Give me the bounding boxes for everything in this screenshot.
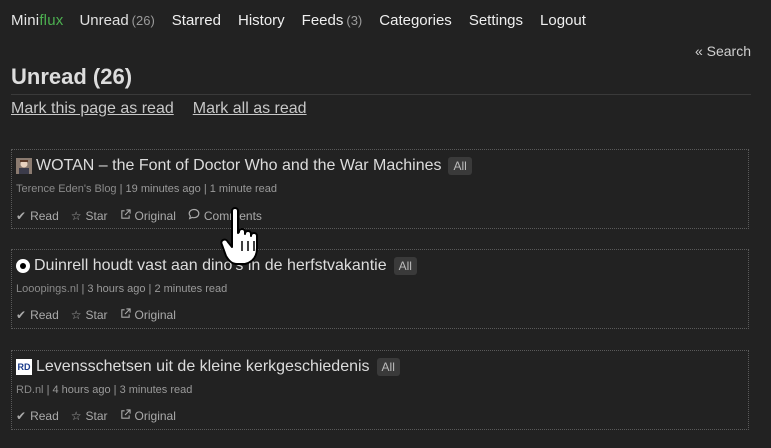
entry-meta: Terence Eden's Blog | 19 minutes ago | 1… — [16, 183, 278, 195]
star-button[interactable]: ☆ Star — [71, 208, 108, 223]
nav-feeds[interactable]: Feeds (3) — [302, 12, 363, 29]
entry-item: RD Levensschetsen uit de kleine kerkgesc… — [11, 350, 749, 430]
entry-time: 4 hours ago — [52, 384, 111, 396]
logo-text-flux: flux — [39, 11, 64, 29]
nav-categories[interactable]: Categories — [379, 12, 452, 29]
feed-favicon-icon: RD — [16, 359, 32, 375]
entry-item: WOTAN – the Font of Doctor Who and the W… — [11, 149, 749, 229]
entry-title-link[interactable]: Duinrell houdt vast aan dino's in de her… — [34, 257, 387, 275]
nav-feeds-count: (3) — [346, 12, 363, 28]
entry-source-link[interactable]: RD.nl — [16, 384, 44, 396]
entry-time: 3 hours ago — [87, 283, 146, 295]
nav-logout-label: Logout — [540, 11, 586, 29]
comment-icon — [188, 208, 200, 223]
main-nav: Miniflux Unread (26) Starred History Feed… — [11, 10, 603, 30]
nav-feeds-label: Feeds — [301, 11, 344, 29]
external-link-icon — [120, 409, 131, 423]
category-badge[interactable]: All — [448, 157, 472, 175]
nav-logout[interactable]: Logout — [540, 12, 586, 29]
category-badge[interactable]: All — [393, 257, 417, 275]
entry-time: 19 minutes ago — [125, 183, 201, 195]
nav-starred-label: Starred — [171, 11, 221, 29]
entry-title-link[interactable]: Levensschetsen uit de kleine kerkgeschie… — [36, 358, 370, 376]
entry-meta: Looopings.nl | 3 hours ago | 2 minutes r… — [16, 283, 228, 295]
entry-meta: RD.nl | 4 hours ago | 3 minutes read — [16, 384, 193, 396]
nav-history[interactable]: History — [238, 12, 285, 29]
entry-item: Duinrell houdt vast aan dino's in de her… — [11, 249, 749, 329]
mark-page-read-link[interactable]: Mark this page as read — [11, 100, 174, 118]
page-actions: Mark this page as read Mark all as read — [11, 100, 326, 118]
nav-starred[interactable]: Starred — [172, 12, 221, 29]
feed-favicon-icon — [16, 259, 30, 273]
original-link[interactable]: Original — [120, 208, 176, 223]
nav-categories-label: Categories — [379, 11, 452, 29]
entry-header: WOTAN – the Font of Doctor Who and the W… — [16, 157, 472, 175]
logo[interactable]: Miniflux — [11, 12, 63, 29]
entry-read-time: 2 minutes read — [154, 283, 228, 295]
logo-text-mini: Mini — [11, 11, 40, 29]
page-title: Unread (26) — [11, 64, 133, 89]
entry-source-link[interactable]: Terence Eden's Blog — [16, 183, 117, 195]
mark-read-button[interactable]: ✔ Read — [16, 308, 59, 322]
mark-read-button[interactable]: ✔ Read — [16, 208, 59, 223]
entry-actions: ✔ Read ☆ Star Original — [16, 409, 188, 423]
entry-header: RD Levensschetsen uit de kleine kerkgesc… — [16, 358, 400, 376]
star-icon: ☆ — [70, 208, 82, 223]
nav-unread[interactable]: Unread (26) — [79, 12, 154, 29]
mark-read-button[interactable]: ✔ Read — [16, 409, 59, 423]
hand-cursor-icon — [220, 207, 258, 265]
entry-read-time: 3 minutes read — [119, 384, 193, 396]
checkmark-icon: ✔ — [16, 409, 27, 423]
category-badge[interactable]: All — [376, 358, 400, 376]
nav-unread-label: Unread — [79, 11, 129, 29]
feed-favicon-icon — [16, 158, 32, 174]
star-icon: ☆ — [70, 308, 82, 322]
external-link-icon — [120, 308, 131, 322]
mark-all-read-link[interactable]: Mark all as read — [193, 100, 307, 118]
nav-unread-count: (26) — [131, 12, 155, 28]
entry-read-time: 1 minute read — [209, 183, 278, 195]
star-button[interactable]: ☆ Star — [71, 308, 108, 322]
original-link[interactable]: Original — [120, 308, 176, 322]
original-link[interactable]: Original — [120, 409, 176, 423]
search-link[interactable]: « Search — [695, 43, 751, 59]
external-link-icon — [120, 208, 131, 223]
checkmark-icon: ✔ — [16, 308, 27, 322]
entry-header: Duinrell houdt vast aan dino's in de her… — [16, 257, 417, 275]
entry-title-link[interactable]: WOTAN – the Font of Doctor Who and the W… — [36, 157, 441, 175]
entry-source-link[interactable]: Looopings.nl — [16, 283, 78, 295]
entry-actions: ✔ Read ☆ Star Original — [16, 308, 188, 322]
star-button[interactable]: ☆ Star — [71, 409, 108, 423]
checkmark-icon: ✔ — [16, 208, 27, 223]
star-icon: ☆ — [70, 409, 82, 423]
title-divider — [11, 94, 751, 95]
nav-history-label: History — [238, 11, 285, 29]
nav-settings[interactable]: Settings — [469, 12, 523, 29]
nav-settings-label: Settings — [468, 11, 524, 29]
